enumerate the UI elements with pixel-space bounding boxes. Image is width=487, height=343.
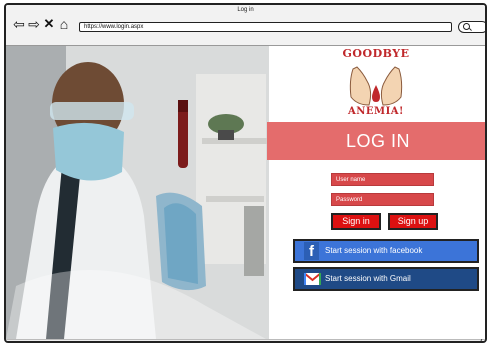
search-box[interactable]: [458, 21, 485, 33]
gmail-label: Start session with Gmail: [325, 274, 411, 283]
address-bar[interactable]: https://www.login.aspx: [79, 22, 452, 32]
gmail-login-button[interactable]: Start session with Gmail: [293, 267, 479, 291]
gmail-icon: [304, 273, 321, 285]
url-text: https://www.login.aspx: [84, 24, 144, 30]
close-icon[interactable]: ✕: [43, 16, 55, 32]
password-placeholder: Password: [336, 197, 363, 203]
doctor-photo: [6, 46, 269, 339]
title-bar: Log in ⇦ ⇨ ✕ ⌂ https://www.login.aspx: [6, 5, 485, 46]
login-heading: LOG IN: [267, 122, 485, 160]
sign-in-button[interactable]: Sign in: [331, 213, 381, 230]
facebook-login-button[interactable]: f Start session with facebook: [293, 239, 479, 263]
logo-line2: ANEMIA!: [348, 106, 404, 117]
window-title: Log in: [237, 7, 254, 13]
browser-window: Log in ⇦ ⇨ ✕ ⌂ https://www.login.aspx GO…: [4, 3, 487, 343]
doctor-illustration: [6, 46, 269, 339]
search-icon: [463, 23, 470, 30]
facebook-icon: f: [304, 242, 319, 260]
username-placeholder: User name: [336, 177, 366, 183]
resize-handle[interactable]: [472, 339, 483, 341]
goodbye-anemia-logo: GOODBYE ANEMIA!: [329, 45, 423, 123]
back-arrow-icon[interactable]: ⇦: [12, 16, 26, 32]
facebook-label: Start session with facebook: [325, 246, 423, 255]
forward-arrow-icon[interactable]: ⇨: [27, 16, 41, 32]
home-icon[interactable]: ⌂: [57, 16, 71, 32]
username-field[interactable]: User name: [331, 173, 434, 186]
password-field[interactable]: Password: [331, 193, 434, 206]
sign-up-button[interactable]: Sign up: [388, 213, 438, 230]
status-bar: [6, 339, 485, 341]
